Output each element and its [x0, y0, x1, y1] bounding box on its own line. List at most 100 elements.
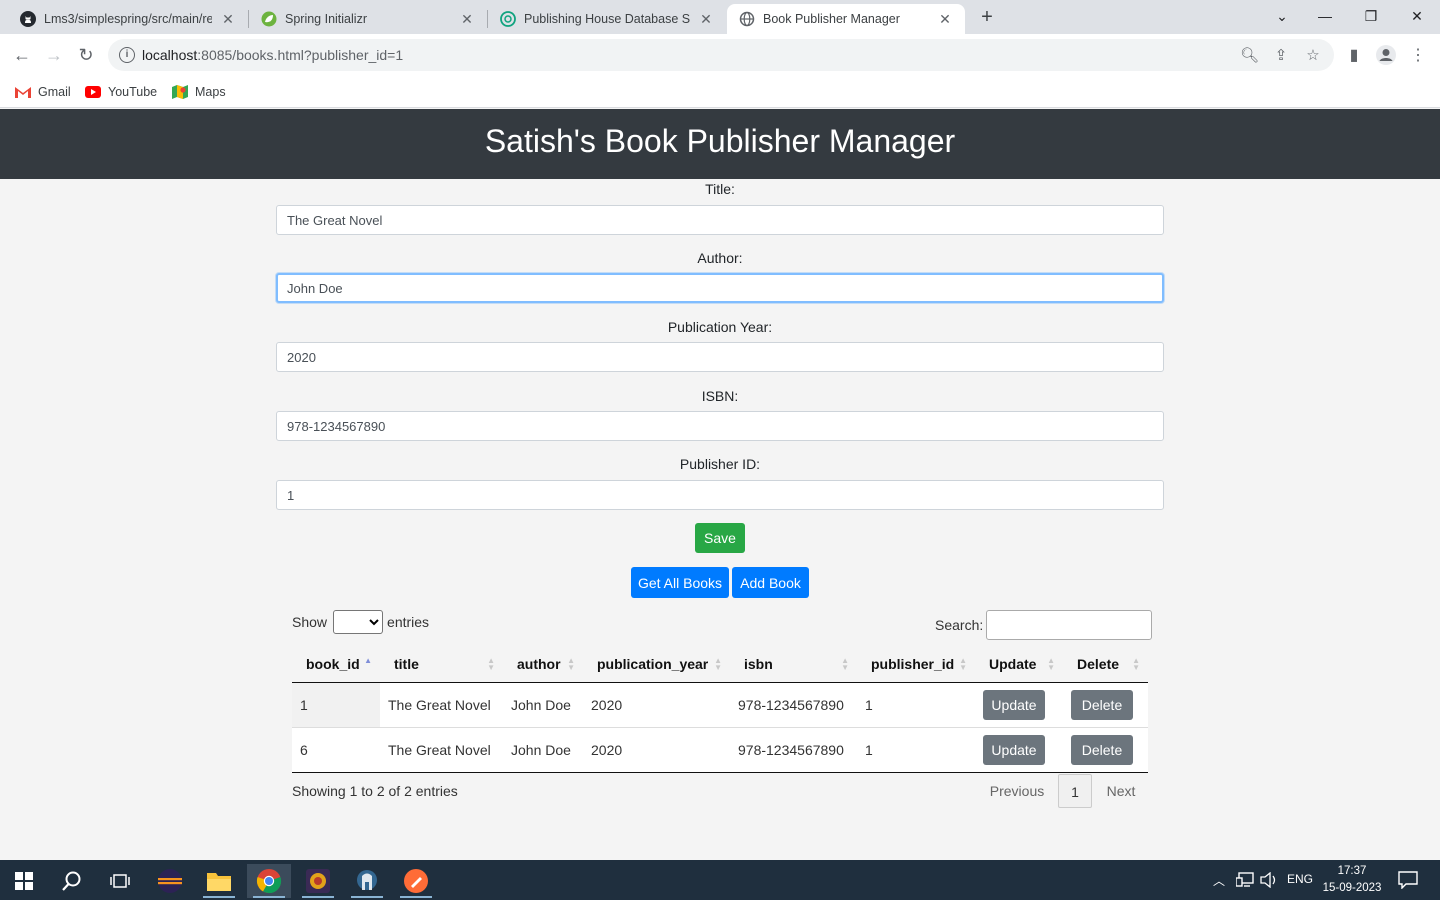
show-hidden-icons-icon[interactable]: ︿ [1213, 872, 1225, 889]
table-row: 6 The Great Novel John Doe 2020 978-1234… [292, 727, 1148, 773]
cell-title: The Great Novel [380, 682, 503, 728]
publisher-id-label: Publisher ID: [679, 456, 761, 472]
close-icon[interactable]: ✕ [220, 11, 236, 28]
spring-icon [261, 11, 277, 27]
postman-app-icon[interactable] [394, 864, 438, 898]
minimize-icon[interactable]: — [1305, 4, 1345, 28]
cell-publisher-id: 1 [857, 682, 975, 728]
github-icon [20, 11, 36, 27]
next-page-button[interactable]: Next [1100, 774, 1142, 808]
search-icon[interactable] [50, 864, 94, 898]
taskbar-clock[interactable]: 17:37 15-09-2023 [1320, 863, 1384, 897]
menu-kebab-icon[interactable]: ⋮ [1408, 46, 1428, 66]
entries-label: entries [387, 614, 430, 630]
running-indicator [302, 896, 334, 898]
delete-button[interactable]: Delete [1071, 734, 1133, 765]
zoom-icon[interactable]: 🔍︎ [1240, 47, 1259, 65]
cell-author: John Doe [503, 727, 583, 773]
bookmark-star-icon[interactable]: ☆ [1304, 47, 1322, 65]
cell-publication-year: 2020 [583, 682, 730, 728]
show-label: Show [292, 614, 328, 630]
publisher-id-input[interactable] [276, 480, 1164, 510]
magnifier-icon [62, 871, 81, 891]
site-info-icon[interactable]: i [119, 47, 135, 63]
eclipse-app-icon[interactable] [148, 864, 192, 898]
previous-page-button[interactable]: Previous [984, 774, 1050, 808]
sort-icon: ▲ ▼ [1132, 656, 1140, 672]
running-indicator [351, 896, 383, 898]
publication-year-input[interactable] [276, 342, 1164, 372]
forward-icon[interactable]: → [41, 43, 67, 67]
table-info: Showing 1 to 2 of 2 entries [292, 783, 458, 799]
windows-start-icon[interactable] [2, 864, 46, 898]
column-header-title[interactable]: title ▲ ▼ [380, 646, 503, 683]
update-button[interactable]: Update [983, 734, 1045, 765]
tab-github[interactable]: Lms3/simplespring/src/main/reso ✕ [8, 4, 248, 34]
sort-icon: ▲ ▼ [959, 656, 967, 672]
sort-asc-icon: ▲ [364, 656, 372, 665]
sort-icon: ▲ ▼ [714, 656, 722, 672]
tab-search-chevron-icon[interactable]: ⌄ [1262, 4, 1302, 28]
column-header-book-id[interactable]: book_id ▲ [292, 646, 380, 683]
task-view-glyph-icon [110, 874, 130, 888]
table-row: 1 The Great Novel John Doe 2020 978-1234… [292, 682, 1148, 728]
close-icon[interactable]: ✕ [698, 11, 714, 28]
column-header-delete[interactable]: Delete ▲ ▼ [1063, 646, 1148, 683]
postgresql-app-icon[interactable] [345, 864, 389, 898]
side-panel-icon[interactable]: ▮ [1344, 46, 1364, 66]
entries-select[interactable] [333, 610, 384, 634]
add-book-button[interactable]: Add Book [732, 567, 809, 598]
bookmark-label: Maps [195, 85, 226, 99]
column-header-publisher-id[interactable]: publisher_id ▲ ▼ [857, 646, 975, 683]
delete-button[interactable]: Delete [1071, 689, 1133, 720]
cell-book-id: 6 [292, 727, 380, 773]
tab-spring-initializr[interactable]: Spring Initializr ✕ [249, 4, 487, 34]
column-header-publication-year[interactable]: publication_year ▲ ▼ [583, 646, 730, 683]
tab-book-publisher-manager[interactable]: Book Publisher Manager ✕ [727, 4, 965, 34]
gmail-icon [15, 87, 31, 98]
clock-date: 15-09-2023 [1322, 882, 1382, 894]
back-icon[interactable]: ← [9, 43, 35, 67]
network-icon[interactable] [1236, 872, 1254, 888]
profile-avatar-icon[interactable] [1375, 44, 1397, 66]
cell-author: John Doe [503, 682, 583, 728]
file-explorer-icon[interactable] [197, 864, 241, 898]
reload-icon[interactable]: ↻ [73, 43, 99, 67]
chrome-app-icon[interactable] [247, 864, 291, 898]
bookmark-gmail[interactable]: Gmail [15, 82, 71, 102]
tab-chatgpt[interactable]: Publishing House Database Struc ✕ [488, 4, 726, 34]
windows-logo-icon [15, 872, 33, 890]
entries-length-control: Show entries [292, 610, 429, 634]
input-language[interactable]: ENG [1287, 872, 1313, 886]
update-button[interactable]: Update [983, 689, 1045, 720]
column-header-author[interactable]: author ▲ ▼ [503, 646, 583, 683]
task-view-icon[interactable] [98, 864, 142, 898]
share-icon[interactable]: ⇪ [1272, 47, 1290, 65]
address-bar[interactable]: i localhost:8085/books.html?publisher_id… [108, 39, 1334, 71]
bookmark-maps[interactable]: Maps [172, 82, 226, 102]
volume-icon[interactable] [1260, 872, 1278, 888]
page-title: Satish's Book Publisher Manager [484, 123, 956, 159]
get-all-books-button[interactable]: Get All Books [631, 567, 729, 598]
running-indicator [400, 896, 432, 898]
restore-icon[interactable]: ❐ [1351, 4, 1391, 28]
notifications-icon[interactable] [1398, 871, 1418, 889]
game-app-icon[interactable] [296, 864, 340, 898]
column-header-isbn[interactable]: isbn ▲ ▼ [730, 646, 857, 683]
running-indicator [203, 896, 235, 898]
url-path: :8085/books.html?publisher_id=1 [197, 47, 404, 63]
page-1-button[interactable]: 1 [1058, 774, 1092, 808]
title-input[interactable] [276, 205, 1164, 235]
close-icon[interactable]: ✕ [459, 11, 475, 28]
bookmark-youtube[interactable]: YouTube [85, 82, 157, 102]
author-input[interactable] [276, 273, 1164, 303]
books-table: book_id ▲ title ▲ ▼ author ▲ ▼ publication_ye… [292, 646, 1148, 773]
save-button[interactable]: Save [695, 523, 745, 553]
chatgpt-icon [500, 11, 516, 27]
column-header-update[interactable]: Update ▲ ▼ [975, 646, 1063, 683]
close-icon[interactable]: ✕ [937, 11, 953, 28]
search-input[interactable] [986, 610, 1153, 640]
new-tab-icon[interactable]: + [976, 6, 998, 28]
window-close-icon[interactable]: ✕ [1397, 4, 1437, 28]
isbn-input[interactable] [276, 411, 1164, 441]
